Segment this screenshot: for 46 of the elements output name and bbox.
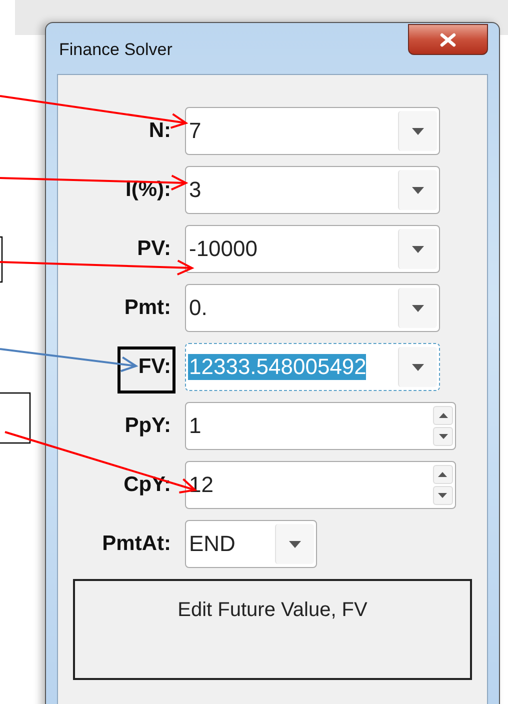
spin-field[interactable]: 1	[185, 402, 456, 450]
input-field[interactable]: 0.	[185, 284, 440, 332]
input-field[interactable]: 3	[185, 166, 440, 214]
up-icon	[438, 413, 448, 418]
caret-icon	[412, 246, 424, 252]
status-text: Edit Future Value, FV	[178, 599, 368, 622]
field-label: Pmt:	[124, 296, 171, 320]
field-label: FV:	[138, 355, 171, 379]
field-label: N:	[148, 119, 171, 143]
dropdown-button[interactable]	[398, 229, 437, 269]
dropdown-button[interactable]	[398, 170, 437, 210]
spin-up-button[interactable]	[432, 465, 453, 484]
field-value: 1	[188, 413, 202, 439]
highlight-box	[118, 346, 176, 394]
input-field[interactable]: 7	[185, 107, 440, 155]
field-label: PpY:	[124, 414, 171, 438]
dropdown-button[interactable]	[398, 347, 437, 387]
field-value: 0.	[188, 295, 208, 321]
input-field[interactable]: -10000	[185, 225, 440, 273]
spin-down-button[interactable]	[433, 427, 453, 446]
caret-icon	[412, 364, 424, 370]
field-label: PmtAt:	[102, 532, 171, 556]
caret-icon	[288, 540, 301, 548]
close-icon	[439, 32, 457, 46]
field-value: END	[188, 531, 236, 557]
dropdown-button[interactable]	[274, 524, 314, 564]
field-value: 12333.548005492	[188, 354, 366, 380]
field-value: 3	[188, 177, 202, 203]
caret-icon	[412, 128, 424, 134]
down-icon	[438, 434, 448, 439]
caret-icon	[412, 304, 424, 312]
dropdown-button[interactable]	[398, 288, 437, 328]
spin-up-button[interactable]	[433, 406, 453, 425]
window-title: Finance Solver	[59, 40, 172, 60]
dropdown-button[interactable]	[398, 111, 437, 151]
field-value: 7	[188, 118, 202, 144]
up-icon	[438, 472, 448, 477]
field-label: PV:	[137, 237, 171, 261]
close-button[interactable]	[408, 24, 488, 55]
field-value: -10000	[188, 236, 258, 262]
spin-down-button[interactable]	[432, 486, 453, 505]
annotation-box	[0, 392, 31, 444]
caret-icon	[412, 186, 424, 194]
annotation-box	[0, 236, 3, 283]
combo-box[interactable]: END	[185, 520, 317, 568]
down-icon	[438, 493, 448, 498]
